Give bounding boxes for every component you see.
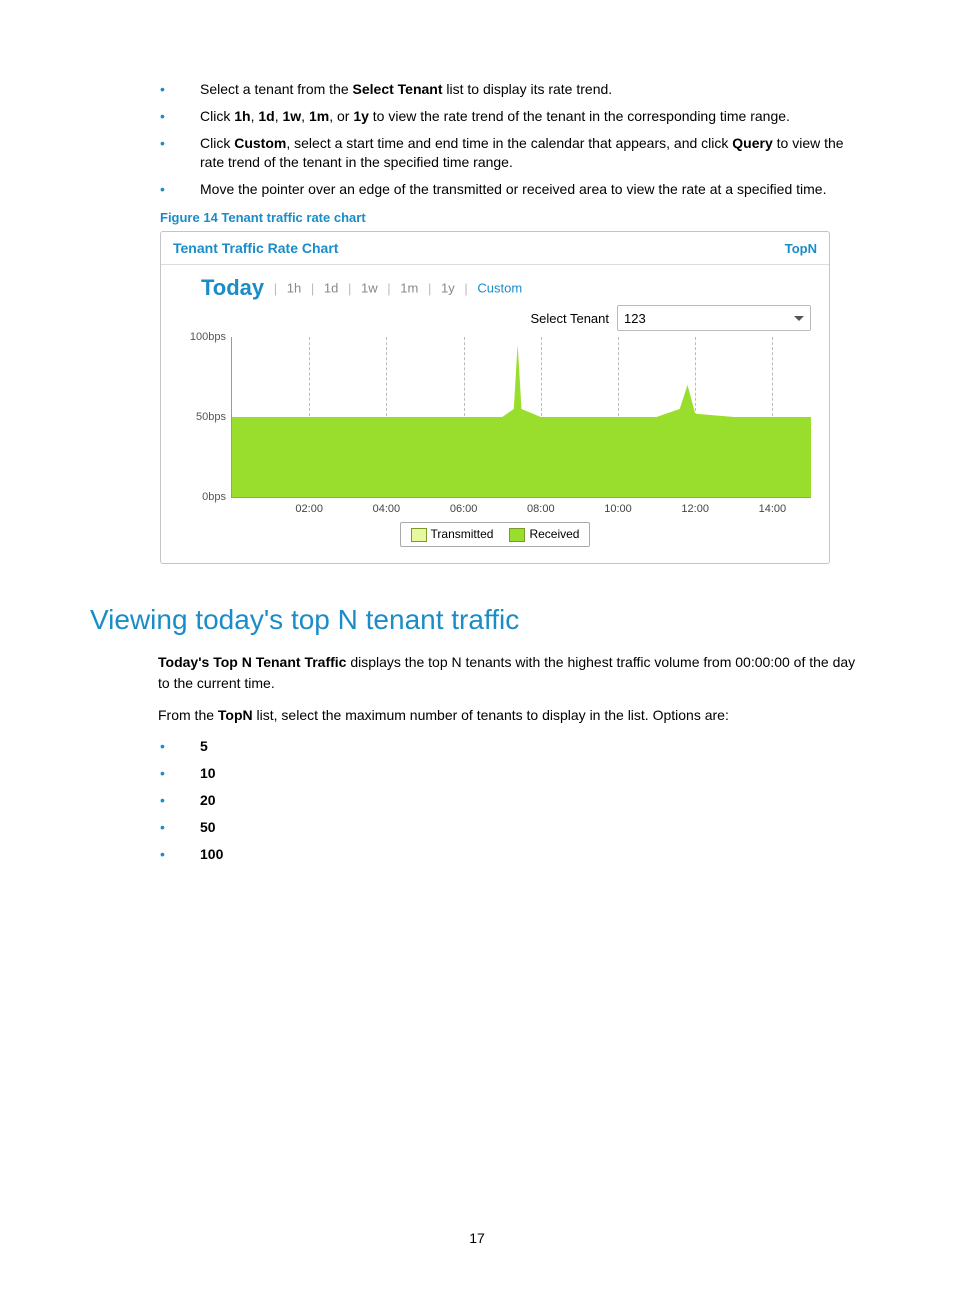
list-item: 20 bbox=[160, 791, 864, 810]
instruction-list: Select a tenant from the Select Tenant l… bbox=[90, 80, 864, 198]
bold: Today's Top N Tenant Traffic bbox=[158, 654, 346, 670]
y-tick-label: 100bps bbox=[174, 331, 226, 343]
separator: | bbox=[311, 281, 314, 296]
bold: TopN bbox=[218, 707, 253, 723]
chevron-down-icon bbox=[794, 316, 804, 321]
chart-panel: Tenant Traffic Rate Chart TopN Today | 1… bbox=[160, 231, 830, 564]
legend: Transmitted Received bbox=[400, 522, 591, 547]
swatch-icon bbox=[509, 528, 525, 542]
x-tick-label: 06:00 bbox=[450, 503, 478, 515]
option: 100 bbox=[200, 846, 223, 862]
option: 20 bbox=[200, 792, 216, 808]
paragraph: From the TopN list, select the maximum n… bbox=[158, 705, 864, 725]
x-tick-label: 08:00 bbox=[527, 503, 555, 515]
legend-item-transmitted: Transmitted bbox=[411, 527, 494, 542]
bold: Select Tenant bbox=[353, 81, 443, 97]
text: From the bbox=[158, 707, 218, 723]
time-range-tabs: Today | 1h | 1d | 1w | 1m | 1y | Custom bbox=[161, 265, 829, 301]
paragraph: Today's Top N Tenant Traffic displays th… bbox=[158, 652, 864, 693]
list-item: Click Custom, select a start time and en… bbox=[160, 134, 864, 172]
option: 5 bbox=[200, 738, 208, 754]
text: Select a tenant from the bbox=[200, 81, 353, 97]
list-item: 5 bbox=[160, 737, 864, 756]
list-item: Click 1h, 1d, 1w, 1m, or 1y to view the … bbox=[160, 107, 864, 126]
tab-today[interactable]: Today bbox=[201, 275, 264, 300]
x-tick-label: 04:00 bbox=[373, 503, 401, 515]
legend-label: Received bbox=[529, 527, 579, 541]
legend-item-received: Received bbox=[509, 527, 579, 542]
x-tick-label: 14:00 bbox=[759, 503, 787, 515]
y-tick-label: 50bps bbox=[174, 411, 226, 423]
tab-1h[interactable]: 1h bbox=[287, 281, 301, 296]
topn-link[interactable]: TopN bbox=[785, 241, 817, 256]
text: list to display its rate trend. bbox=[443, 81, 613, 97]
separator: | bbox=[464, 281, 467, 296]
list-item: 10 bbox=[160, 764, 864, 783]
options-list: 5 10 20 50 100 bbox=[90, 737, 864, 863]
tenant-select[interactable]: 123 bbox=[617, 305, 811, 331]
tab-custom[interactable]: Custom bbox=[477, 281, 522, 296]
tab-1m[interactable]: 1m bbox=[400, 281, 418, 296]
option: 10 bbox=[200, 765, 216, 781]
tab-1y[interactable]: 1y bbox=[441, 281, 455, 296]
legend-label: Transmitted bbox=[431, 527, 494, 541]
x-tick-label: 02:00 bbox=[295, 503, 323, 515]
swatch-icon bbox=[411, 528, 427, 542]
list-item: Move the pointer over an edge of the tra… bbox=[160, 180, 864, 199]
figure-caption: Figure 14 Tenant traffic rate chart bbox=[160, 210, 864, 225]
option: 50 bbox=[200, 819, 216, 835]
text: Move the pointer over an edge of the tra… bbox=[200, 181, 826, 197]
panel-header: Tenant Traffic Rate Chart TopN bbox=[161, 232, 829, 265]
separator: | bbox=[387, 281, 390, 296]
tab-1d[interactable]: 1d bbox=[324, 281, 338, 296]
list-item: 50 bbox=[160, 818, 864, 837]
panel-title: Tenant Traffic Rate Chart bbox=[173, 240, 338, 256]
x-tick-label: 12:00 bbox=[681, 503, 709, 515]
list-item: 100 bbox=[160, 845, 864, 864]
y-tick-label: 0bps bbox=[174, 491, 226, 503]
tenant-label: Select Tenant bbox=[530, 311, 609, 326]
tab-1w[interactable]: 1w bbox=[361, 281, 378, 296]
plot: 0bps50bps100bps02:0004:0006:0008:0010:00… bbox=[231, 337, 811, 498]
tenant-value: 123 bbox=[624, 311, 646, 326]
x-tick-label: 10:00 bbox=[604, 503, 632, 515]
page-number: 17 bbox=[0, 1230, 954, 1246]
separator: | bbox=[274, 281, 277, 296]
list-item: Select a tenant from the Select Tenant l… bbox=[160, 80, 864, 99]
text: list, select the maximum number of tenan… bbox=[253, 707, 729, 723]
separator: | bbox=[428, 281, 431, 296]
chart-area: 0bps50bps100bps02:0004:0006:0008:0010:00… bbox=[161, 337, 829, 563]
separator: | bbox=[348, 281, 351, 296]
tenant-select-row: Select Tenant 123 bbox=[161, 301, 829, 337]
section-heading: Viewing today's top N tenant traffic bbox=[90, 604, 864, 636]
